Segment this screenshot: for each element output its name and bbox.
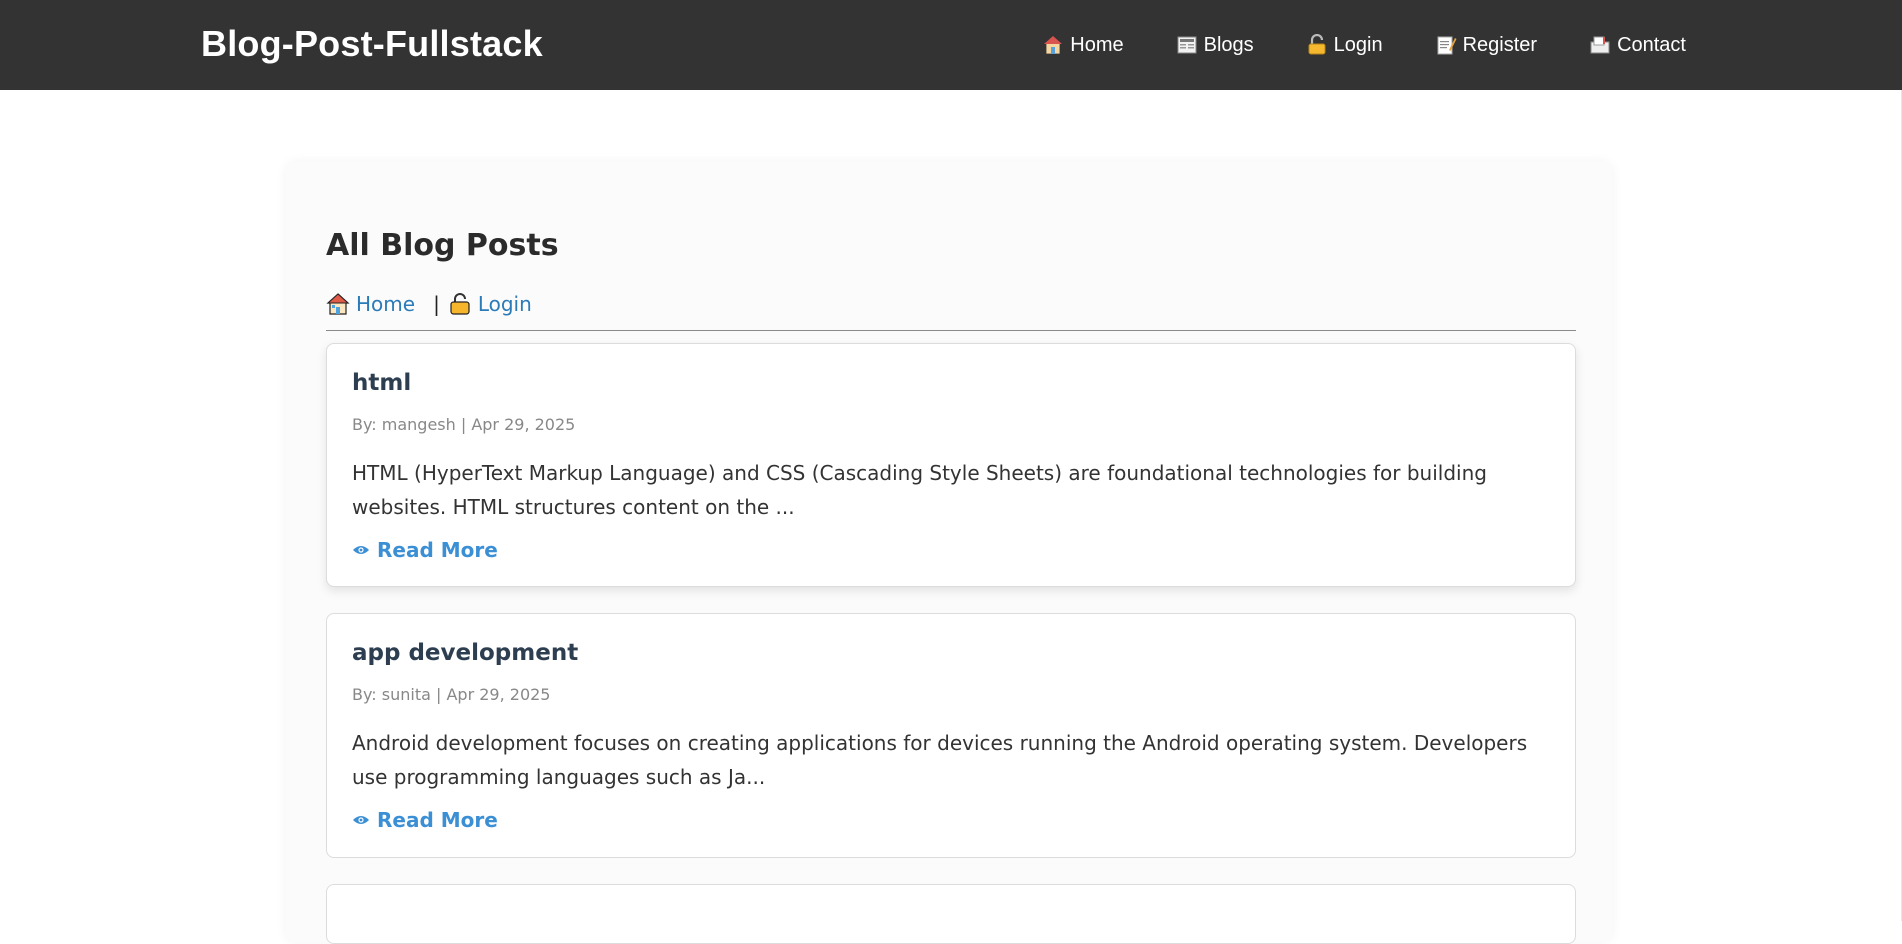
site-brand[interactable]: Blog-Post-Fullstack: [201, 24, 543, 64]
nav-login-link[interactable]: Login: [1306, 34, 1383, 57]
blog-card[interactable]: [326, 884, 1576, 944]
nav-contact-link[interactable]: Contact: [1589, 34, 1686, 57]
nav-register-label: Register: [1462, 33, 1538, 56]
nav-login-label: Login: [1333, 33, 1383, 56]
lock-icon: [450, 293, 470, 315]
nav-links: Home Blogs Login Register Contact: [1042, 0, 1686, 90]
read-more-label: Read More: [377, 538, 498, 562]
login-link-label: Login: [477, 292, 532, 316]
link-separator: |: [433, 292, 440, 316]
blog-card[interactable]: html By: mangesh | Apr 29, 2025 HTML (Hy…: [326, 343, 1576, 587]
home-link-label: Home: [356, 292, 416, 316]
top-navbar: Blog-Post-Fullstack Home Blogs Login Reg…: [0, 0, 1902, 90]
read-more-link[interactable]: Read More: [352, 538, 498, 562]
post-meta: By: mangesh | Apr 29, 2025: [352, 415, 576, 434]
nav-home-link[interactable]: Home: [1042, 33, 1124, 57]
blog-card[interactable]: app development By: sunita | Apr 29, 202…: [326, 613, 1576, 858]
mailbox-icon: [1589, 34, 1611, 56]
memo-icon: [1435, 34, 1457, 56]
post-title[interactable]: app development: [352, 640, 578, 666]
blog-list-container: All Blog Posts Home | Login html By: man…: [286, 162, 1612, 944]
home-link[interactable]: Home: [326, 292, 415, 316]
login-link[interactable]: Login: [448, 292, 532, 316]
nav-home-label: Home: [1070, 33, 1124, 56]
eye-icon: [353, 816, 369, 824]
post-excerpt: Android development focuses on creating …: [352, 731, 1528, 789]
nav-blogs-link[interactable]: Blogs: [1176, 34, 1254, 57]
newspaper-icon: [1176, 34, 1198, 56]
post-excerpt: HTML (HyperText Markup Language) and CSS…: [352, 461, 1487, 519]
divider: [326, 330, 1576, 331]
page-title: All Blog Posts: [326, 228, 559, 263]
post-meta: By: sunita | Apr 29, 2025: [352, 685, 551, 704]
nav-blogs-label: Blogs: [1203, 33, 1254, 56]
nav-register-link[interactable]: Register: [1435, 34, 1537, 57]
house-icon: [326, 293, 350, 315]
nav-contact-label: Contact: [1617, 33, 1686, 56]
read-more-label: Read More: [377, 808, 498, 832]
read-more-link[interactable]: Read More: [352, 808, 498, 832]
breadcrumb-links: Home | Login: [326, 292, 532, 316]
post-title[interactable]: html: [352, 370, 411, 396]
lock-icon: [1306, 34, 1328, 56]
eye-icon: [353, 546, 369, 554]
house-icon: [1042, 34, 1064, 56]
